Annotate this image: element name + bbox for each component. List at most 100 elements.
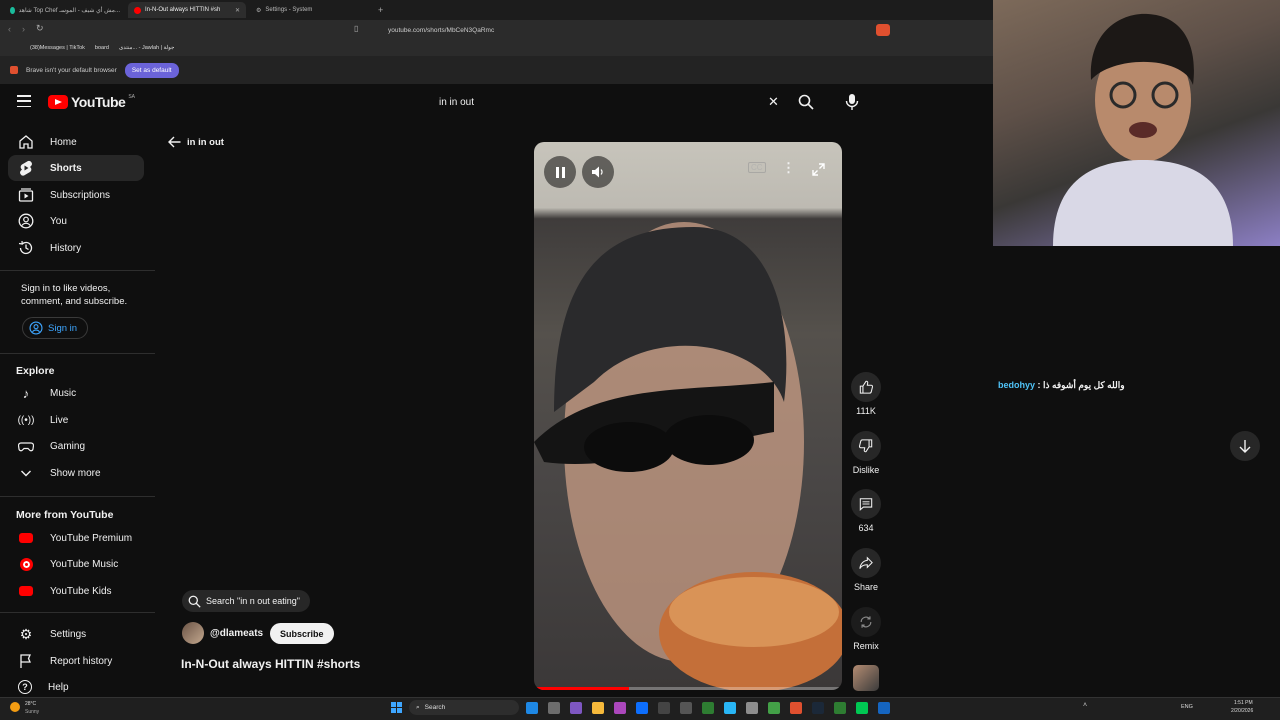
clock-date[interactable]: 2/20/2026 bbox=[1231, 708, 1253, 714]
sidebar-item-show-more[interactable]: Show more bbox=[8, 460, 144, 486]
windows-start-icon[interactable] bbox=[391, 702, 402, 713]
steam-icon[interactable] bbox=[812, 702, 824, 714]
sidebar-item-settings[interactable]: ⚙ Settings bbox=[8, 621, 144, 647]
app-icon[interactable] bbox=[702, 702, 714, 714]
weather-icon[interactable] bbox=[10, 702, 20, 712]
like-button[interactable] bbox=[851, 372, 881, 402]
volume-button[interactable] bbox=[582, 156, 614, 188]
fullscreen-icon[interactable] bbox=[812, 163, 825, 176]
chat-message: bedohyy : والله كل يوم أشوفه ذا bbox=[998, 380, 1125, 390]
close-tab-icon[interactable]: ✕ bbox=[235, 7, 240, 14]
sidebar-item-you[interactable]: You bbox=[8, 208, 144, 234]
taskbar-search-label: Search bbox=[424, 704, 446, 711]
sound-thumbnail[interactable] bbox=[853, 665, 879, 691]
bookmark-tiktok[interactable]: (38)Messages | TikTok bbox=[30, 45, 85, 51]
browser-tab[interactable]: ⚙ Settings - System bbox=[250, 2, 368, 18]
channel-name[interactable]: @dlameats bbox=[210, 628, 263, 639]
app-icon[interactable] bbox=[768, 702, 780, 714]
new-tab-icon[interactable]: + bbox=[372, 2, 386, 18]
tab-label: شاهد Top Chef مش أي شيف - الموسـ... bbox=[18, 7, 120, 14]
browser-tab[interactable]: شاهد Top Chef مش أي شيف - الموسـ... bbox=[4, 2, 126, 18]
related-search-text: Search "in n out eating" bbox=[206, 596, 300, 606]
forward-arrow-icon[interactable]: › bbox=[22, 24, 25, 34]
set-default-button[interactable]: Set as default bbox=[124, 62, 179, 78]
search-input[interactable]: in in out bbox=[428, 89, 788, 115]
remix-icon bbox=[860, 616, 872, 628]
sidebar-item-subscriptions[interactable]: Subscriptions bbox=[8, 182, 144, 208]
sidebar-item-label: Settings bbox=[50, 628, 87, 640]
clear-search-icon[interactable]: ✕ bbox=[768, 94, 779, 110]
shorts-video-player[interactable]: CC ⋮ bbox=[534, 142, 842, 690]
sidebar-item-youtube-premium[interactable]: YouTube Premium bbox=[8, 525, 144, 551]
explore-title: Explore bbox=[16, 365, 55, 377]
sidebar-item-music[interactable]: ♪ Music bbox=[8, 380, 144, 406]
app-icon[interactable] bbox=[548, 702, 560, 714]
related-search-chip[interactable]: Search "in n out eating" bbox=[182, 590, 310, 612]
browser-tab-bar: شاهد Top Chef مش أي شيف - الموسـ... In-N… bbox=[0, 0, 993, 20]
app-icon[interactable] bbox=[834, 702, 846, 714]
bookmark-icon[interactable]: ▯ bbox=[354, 24, 358, 33]
sidebar-item-history[interactable]: History bbox=[8, 235, 144, 261]
sidebar-item-shorts[interactable]: Shorts bbox=[8, 155, 144, 181]
share-button[interactable] bbox=[851, 548, 881, 578]
app-icon[interactable] bbox=[856, 702, 868, 714]
sidebar-divider bbox=[0, 496, 155, 497]
edge-app-icon[interactable] bbox=[526, 702, 538, 714]
short-title: In-N-Out always HITTIN #shorts bbox=[181, 657, 361, 671]
sidebar-item-label: Subscriptions bbox=[50, 189, 111, 201]
volume-icon bbox=[592, 166, 603, 178]
reload-icon[interactable]: ↻ bbox=[36, 23, 44, 34]
subscribe-button[interactable]: Subscribe bbox=[270, 623, 334, 644]
app-icon[interactable] bbox=[878, 702, 890, 714]
tray-chevron-icon[interactable]: ˄ bbox=[1083, 702, 1087, 709]
back-label: in in out bbox=[187, 136, 224, 148]
youtube-logo[interactable]: YouTube SA bbox=[48, 94, 135, 110]
channel-avatar[interactable] bbox=[182, 622, 204, 644]
brave-app-icon[interactable] bbox=[790, 702, 802, 714]
back-arrow-icon[interactable]: ‹ bbox=[8, 24, 11, 34]
remix-button[interactable] bbox=[851, 607, 881, 637]
dislike-button[interactable] bbox=[851, 431, 881, 461]
search-icon[interactable] bbox=[798, 94, 814, 110]
bookmark-board[interactable]: board bbox=[95, 45, 109, 51]
search-icon bbox=[188, 595, 201, 608]
infobar-text: Brave isn't your default browser bbox=[26, 66, 117, 74]
app-icon[interactable] bbox=[680, 702, 692, 714]
gear-icon: ⚙ bbox=[256, 7, 262, 14]
taskbar-search[interactable]: ⌕ Search bbox=[409, 700, 519, 715]
app-icon[interactable] bbox=[746, 702, 758, 714]
progress-track[interactable] bbox=[534, 687, 842, 690]
url-bar[interactable]: youtube.com/shorts/MbCeN3QaRmc bbox=[370, 23, 910, 37]
pause-button[interactable] bbox=[544, 156, 576, 188]
language-indicator[interactable]: ENG bbox=[1181, 704, 1193, 710]
clock-time[interactable]: 1:51 PM bbox=[1234, 700, 1253, 706]
app-icon[interactable] bbox=[658, 702, 670, 714]
sidebar-item-youtube-kids[interactable]: YouTube Kids bbox=[8, 578, 144, 604]
sidebar-item-youtube-music[interactable]: YouTube Music bbox=[8, 551, 144, 577]
sidebar-item-home[interactable]: Home bbox=[8, 129, 144, 155]
sidebar-item-gaming[interactable]: Gaming bbox=[8, 433, 144, 459]
signin-button[interactable]: Sign in bbox=[22, 317, 89, 339]
sidebar-item-label: Music bbox=[50, 387, 77, 399]
weather-desc: Sunny bbox=[25, 709, 40, 715]
back-to-search[interactable]: in in out bbox=[168, 136, 224, 148]
more-options-icon[interactable]: ⋮ bbox=[782, 160, 795, 176]
bookmark-jawlah[interactable]: منتدى... - Jawlah | جولة bbox=[119, 45, 174, 51]
sidebar-item-report-history[interactable]: Report history bbox=[8, 648, 144, 674]
app-icon[interactable] bbox=[614, 702, 626, 714]
browser-tab-active[interactable]: In-N-Out always HITTIN #sh ✕ bbox=[128, 2, 246, 18]
arrow-down-icon bbox=[1239, 440, 1251, 453]
comments-button[interactable] bbox=[851, 489, 881, 519]
youtube-play-icon bbox=[48, 95, 68, 109]
menu-icon[interactable] bbox=[17, 95, 31, 107]
file-explorer-icon[interactable] bbox=[592, 702, 604, 714]
subscriptions-icon bbox=[18, 188, 34, 202]
app-icon[interactable] bbox=[636, 702, 648, 714]
microphone-icon[interactable] bbox=[845, 93, 859, 111]
captions-icon[interactable]: CC bbox=[748, 162, 766, 173]
next-short-button[interactable] bbox=[1230, 431, 1260, 461]
sidebar-item-live[interactable]: ((•)) Live bbox=[8, 407, 144, 433]
help-icon: ? bbox=[18, 680, 32, 694]
telegram-icon[interactable] bbox=[724, 702, 736, 714]
app-icon[interactable] bbox=[570, 702, 582, 714]
